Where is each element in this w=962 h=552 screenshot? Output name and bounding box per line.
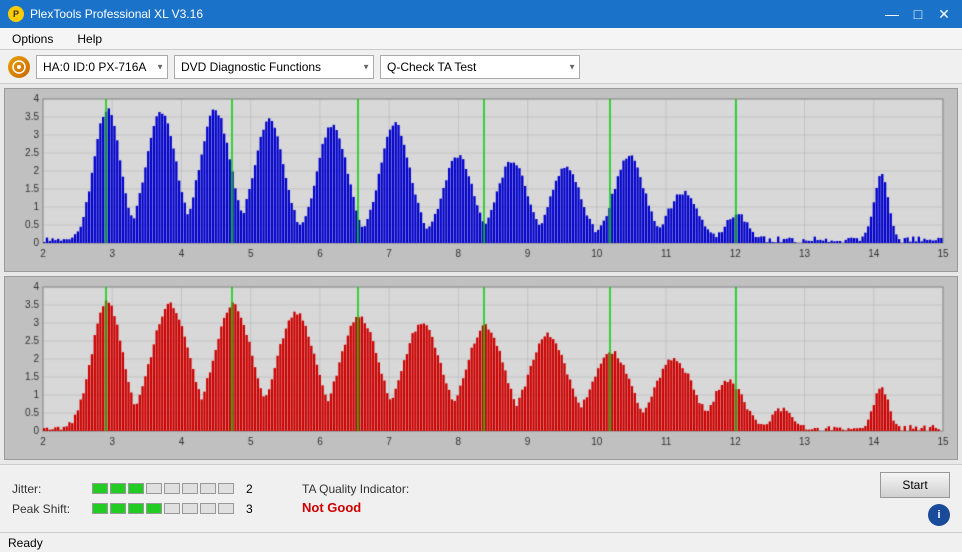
ta-section: TA Quality Indicator: Not Good xyxy=(302,482,409,515)
peakshift-seg-6 xyxy=(182,503,198,514)
bottom-chart xyxy=(4,276,958,460)
top-chart-canvas xyxy=(5,89,957,271)
status-text: Ready xyxy=(8,536,43,550)
ta-quality-value: Not Good xyxy=(302,500,409,515)
status-bar: Ready xyxy=(0,532,962,552)
bottom-panel: Jitter: 2 Peak Shift: xyxy=(0,464,962,532)
jitter-row: Jitter: 2 xyxy=(12,482,272,496)
info-button[interactable]: i xyxy=(928,504,950,526)
jitter-seg-2 xyxy=(110,483,126,494)
title-bar: P PlexTools Professional XL V3.16 — □ ✕ xyxy=(0,0,962,28)
jitter-seg-6 xyxy=(182,483,198,494)
start-button[interactable]: Start xyxy=(880,472,950,498)
drive-select[interactable]: HA:0 ID:0 PX-716A xyxy=(36,55,168,79)
jitter-seg-3 xyxy=(128,483,144,494)
jitter-value: 2 xyxy=(246,482,253,496)
jitter-meter xyxy=(92,483,234,494)
app-icon: P xyxy=(8,6,24,22)
peakshift-seg-3 xyxy=(128,503,144,514)
title-controls[interactable]: — □ ✕ xyxy=(882,6,954,23)
jitter-seg-7 xyxy=(200,483,216,494)
peakshift-seg-4 xyxy=(146,503,162,514)
test-select-wrapper[interactable]: Q-Check TA Test xyxy=(380,55,580,79)
peakshift-label: Peak Shift: xyxy=(12,502,84,516)
jitter-seg-5 xyxy=(164,483,180,494)
menu-bar: Options Help xyxy=(0,28,962,50)
title-left: P PlexTools Professional XL V3.16 xyxy=(8,6,203,22)
test-select[interactable]: Q-Check TA Test xyxy=(380,55,580,79)
drive-icon xyxy=(8,56,30,78)
ta-quality-label: TA Quality Indicator: xyxy=(302,482,409,496)
main-content xyxy=(0,84,962,464)
jitter-seg-4 xyxy=(146,483,162,494)
peakshift-seg-8 xyxy=(218,503,234,514)
minimize-button[interactable]: — xyxy=(882,6,902,23)
maximize-button[interactable]: □ xyxy=(908,6,928,23)
menu-help[interactable]: Help xyxy=(73,32,106,46)
peakshift-seg-2 xyxy=(110,503,126,514)
jitter-label: Jitter: xyxy=(12,482,84,496)
top-chart xyxy=(4,88,958,272)
function-select[interactable]: DVD Diagnostic Functions xyxy=(174,55,374,79)
menu-options[interactable]: Options xyxy=(8,32,57,46)
metrics-section: Jitter: 2 Peak Shift: xyxy=(12,482,272,516)
peakshift-seg-1 xyxy=(92,503,108,514)
toolbar: HA:0 ID:0 PX-716A DVD Diagnostic Functio… xyxy=(0,50,962,84)
close-button[interactable]: ✕ xyxy=(934,6,954,23)
window-title: PlexTools Professional XL V3.16 xyxy=(30,7,203,21)
jitter-seg-1 xyxy=(92,483,108,494)
peakshift-seg-5 xyxy=(164,503,180,514)
start-btn-area: Start i xyxy=(880,472,950,526)
bottom-chart-canvas xyxy=(5,277,957,459)
drive-select-wrapper[interactable]: HA:0 ID:0 PX-716A xyxy=(36,55,168,79)
peakshift-meter xyxy=(92,503,234,514)
peakshift-seg-7 xyxy=(200,503,216,514)
peakshift-row: Peak Shift: 3 xyxy=(12,502,272,516)
function-select-wrapper[interactable]: DVD Diagnostic Functions xyxy=(174,55,374,79)
jitter-seg-8 xyxy=(218,483,234,494)
peakshift-value: 3 xyxy=(246,502,253,516)
